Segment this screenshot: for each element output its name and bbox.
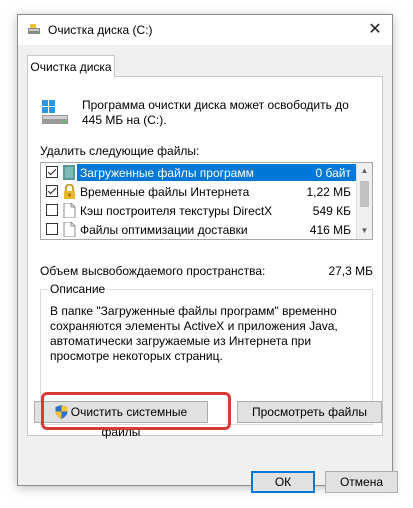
- list-scrollbar[interactable]: ▲ ▼: [356, 163, 372, 239]
- list-item[interactable]: Кэш построителя текстуры DirectX 549 КБ: [41, 201, 357, 220]
- scroll-up-icon[interactable]: ▲: [357, 163, 372, 179]
- scroll-thumb[interactable]: [360, 181, 369, 207]
- description-text: В папке "Загруженные файлы программ" вре…: [50, 304, 338, 363]
- space-freed-value: 27,3 МБ: [328, 264, 373, 278]
- file-size: 416 МБ: [309, 223, 351, 237]
- list-item-content: Файлы оптимизации доставки 416 МБ: [77, 221, 357, 238]
- folder-icon: [63, 165, 75, 180]
- close-icon[interactable]: ✕: [358, 15, 392, 45]
- file-name: Загруженные файлы программ: [80, 166, 254, 180]
- disk-cleanup-app-icon: [28, 24, 40, 34]
- list-item[interactable]: Временные файлы Интернета 1,22 МБ: [41, 182, 357, 201]
- cancel-button[interactable]: Отмена: [325, 471, 398, 493]
- tab-panel: Программа очистки диска может освободить…: [27, 76, 383, 436]
- lock-icon: [64, 184, 75, 199]
- space-freed: Объем высвобождаемого пространства: 27,3…: [40, 264, 373, 278]
- checkbox[interactable]: [46, 223, 58, 235]
- drive-icon: [42, 100, 68, 124]
- list-item-content: Кэш построителя текстуры DirectX 549 КБ: [77, 202, 357, 219]
- annotation-highlight: [41, 392, 231, 430]
- disk-cleanup-window: Очистка диска (C:) ✕ Очистка диска Прогр…: [17, 14, 398, 493]
- file-size: 549 КБ: [312, 204, 351, 218]
- file-size: 0 байт: [315, 166, 351, 180]
- document-icon: [63, 203, 76, 218]
- title-bar: Очистка диска (C:) ✕: [18, 15, 392, 45]
- description-legend: Описание: [47, 282, 109, 296]
- document-icon: [63, 222, 76, 237]
- file-list[interactable]: Загруженные файлы программ 0 байт Времен…: [40, 162, 373, 240]
- list-item-highlight: Загруженные файлы программ 0 байт: [77, 164, 357, 181]
- file-name: Временные файлы Интернета: [80, 185, 250, 199]
- checkbox[interactable]: [46, 185, 58, 197]
- ok-button[interactable]: ОК: [251, 471, 315, 493]
- list-item-content: Временные файлы Интернета 1,22 МБ: [77, 183, 357, 200]
- scroll-down-icon[interactable]: ▼: [357, 223, 372, 239]
- checkbox[interactable]: [46, 204, 58, 216]
- space-freed-label: Объем высвобождаемого пространства:: [40, 264, 266, 278]
- file-size: 1,22 МБ: [306, 185, 351, 199]
- checkbox[interactable]: [46, 166, 58, 178]
- window-title: Очистка диска (C:): [48, 23, 153, 37]
- view-files-button[interactable]: Просмотреть файлы: [237, 401, 382, 423]
- cleanup-summary: Программа очистки диска может освободить…: [82, 98, 349, 127]
- files-to-delete-label: Удалить следующие файлы:: [40, 144, 200, 158]
- file-name: Файлы оптимизации доставки: [80, 223, 248, 237]
- tab-disk-cleanup[interactable]: Очистка диска: [27, 55, 115, 77]
- list-item[interactable]: Файлы оптимизации доставки 416 МБ: [41, 220, 357, 239]
- list-item[interactable]: Загруженные файлы программ 0 байт: [41, 163, 357, 182]
- file-name: Кэш построителя текстуры DirectX: [80, 204, 273, 218]
